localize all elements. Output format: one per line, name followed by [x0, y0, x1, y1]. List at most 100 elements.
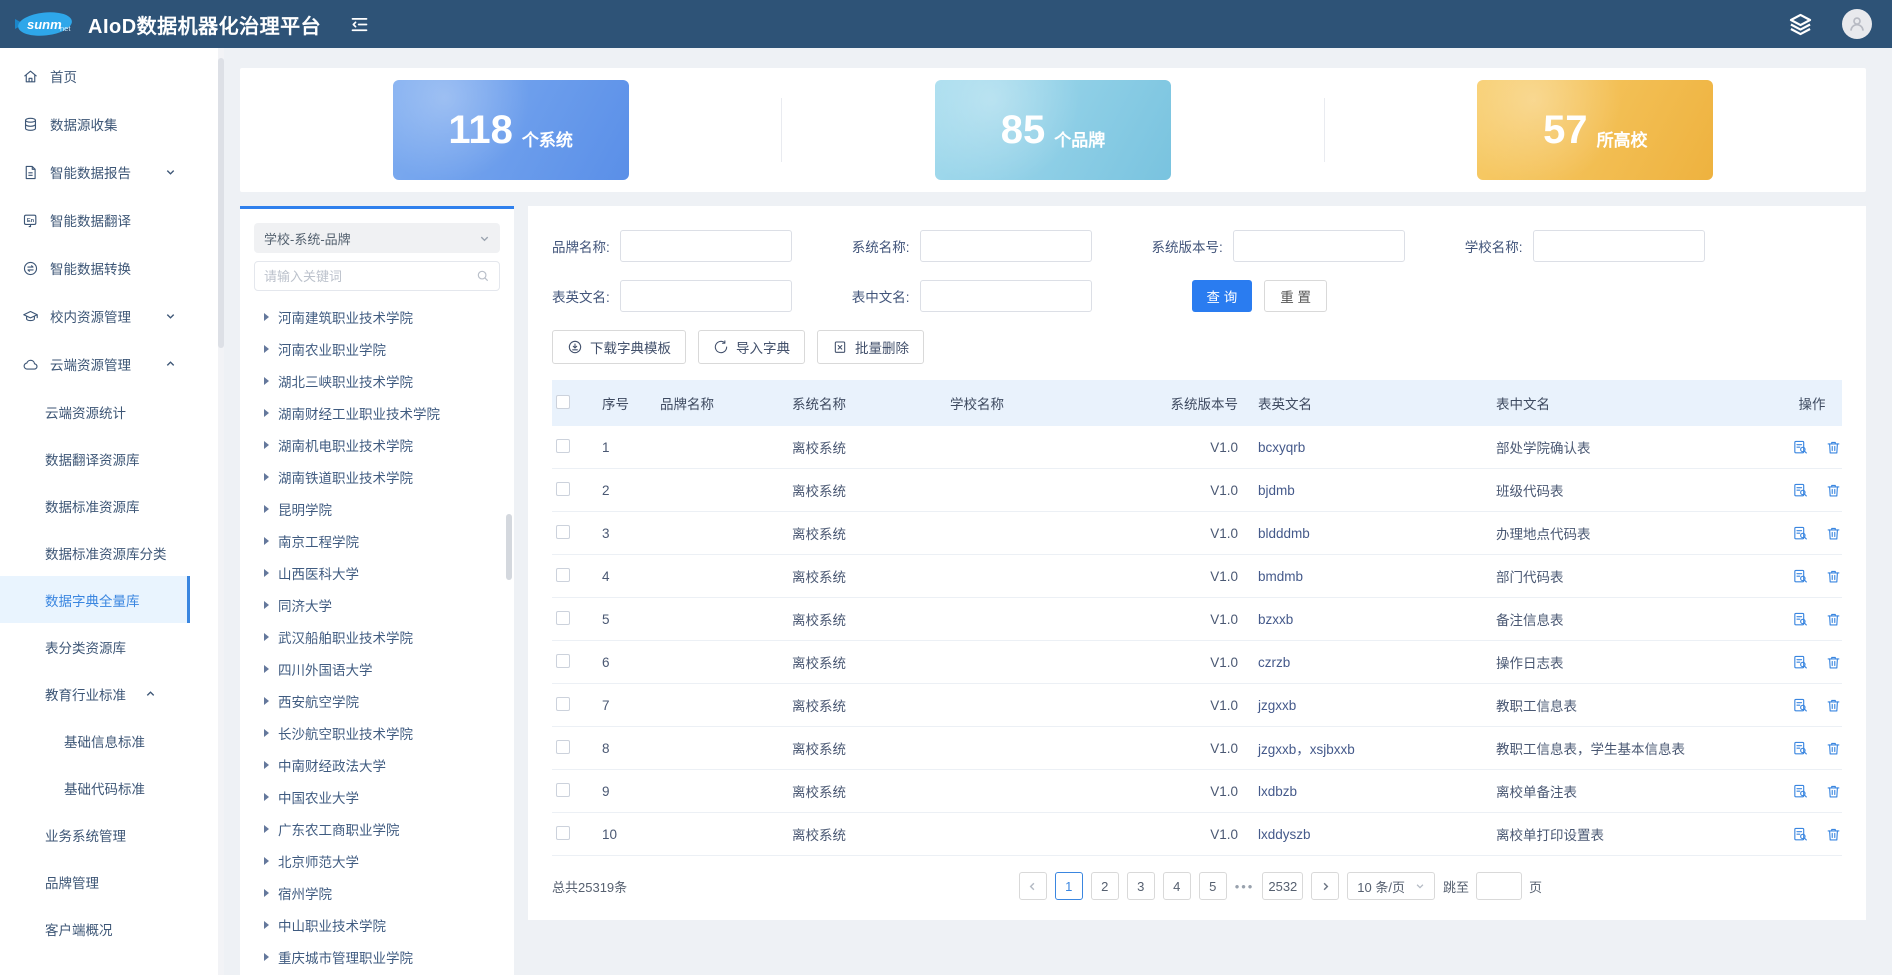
pager-ellipsis[interactable]: ••• — [1235, 879, 1255, 894]
sidebar-item-edu-industry-standard[interactable]: 教育行业标准 — [0, 670, 190, 717]
import-dictionary-button[interactable]: 导入字典 — [698, 330, 805, 364]
view-detail-icon[interactable] — [1792, 525, 1809, 542]
layers-icon[interactable] — [1787, 11, 1814, 38]
sidebar-item-data-source[interactable]: 数据源收集 — [0, 100, 190, 148]
view-detail-icon[interactable] — [1792, 439, 1809, 456]
page-button-1[interactable]: 1 — [1055, 872, 1083, 900]
row-checkbox[interactable] — [556, 568, 570, 582]
tree-item[interactable]: 西安航空学院 — [254, 685, 500, 717]
row-checkbox[interactable] — [556, 654, 570, 668]
trash-icon[interactable] — [1825, 525, 1842, 542]
caret-right-icon[interactable] — [264, 345, 269, 353]
row-checkbox[interactable] — [556, 439, 570, 453]
batch-delete-button[interactable]: 批量删除 — [817, 330, 924, 364]
view-detail-icon[interactable] — [1792, 654, 1809, 671]
reset-button[interactable]: 重 置 — [1264, 280, 1327, 312]
school-name-input[interactable] — [1533, 230, 1705, 262]
sidebar-item-data-report[interactable]: 智能数据报告 — [0, 148, 190, 196]
caret-right-icon[interactable] — [264, 377, 269, 385]
tree-item[interactable]: 长沙航空职业技术学院 — [254, 717, 500, 749]
tree-item[interactable]: 湖北三峡职业技术学院 — [254, 365, 500, 397]
caret-right-icon[interactable] — [264, 313, 269, 321]
trash-icon[interactable] — [1825, 740, 1842, 757]
page-button-2[interactable]: 2 — [1091, 872, 1119, 900]
caret-right-icon[interactable] — [264, 665, 269, 673]
tree-item[interactable]: 南京工程学院 — [254, 525, 500, 557]
caret-right-icon[interactable] — [264, 601, 269, 609]
tree-item[interactable]: 北京师范大学 — [254, 845, 500, 877]
caret-right-icon[interactable] — [264, 569, 269, 577]
sidebar-item-table-category-repo[interactable]: 表分类资源库 — [0, 623, 190, 670]
sidebar-item-basic-info-standard[interactable]: 基础信息标准 — [0, 717, 190, 764]
sidebar-item-campus-resources[interactable]: 校内资源管理 — [0, 292, 190, 340]
row-checkbox[interactable] — [556, 783, 570, 797]
trash-icon[interactable] — [1825, 826, 1842, 843]
table-en-name-input[interactable] — [620, 280, 792, 312]
brand-name-input[interactable] — [620, 230, 792, 262]
tree-item[interactable]: 湖南铁道职业技术学院 — [254, 461, 500, 493]
caret-right-icon[interactable] — [264, 761, 269, 769]
page-size-select[interactable]: 10 条/页 — [1347, 872, 1435, 900]
system-version-input[interactable] — [1233, 230, 1405, 262]
sidebar-item-translate-repo[interactable]: 数据翻译资源库 — [0, 435, 190, 482]
row-checkbox[interactable] — [556, 826, 570, 840]
tree-mode-select[interactable]: 学校-系统-品牌 — [254, 223, 500, 253]
tree-item[interactable]: 宿州学院 — [254, 877, 500, 909]
tree-item[interactable]: 中国农业大学 — [254, 781, 500, 813]
row-checkbox[interactable] — [556, 525, 570, 539]
caret-right-icon[interactable] — [264, 537, 269, 545]
trash-icon[interactable] — [1825, 611, 1842, 628]
sidebar-item-basic-code-standard[interactable]: 基础代码标准 — [0, 764, 190, 811]
caret-right-icon[interactable] — [264, 473, 269, 481]
view-detail-icon[interactable] — [1792, 826, 1809, 843]
search-button[interactable]: 查 询 — [1192, 280, 1253, 312]
caret-right-icon[interactable] — [264, 441, 269, 449]
caret-right-icon[interactable] — [264, 825, 269, 833]
view-detail-icon[interactable] — [1792, 697, 1809, 714]
caret-right-icon[interactable] — [264, 921, 269, 929]
sidebar-item-cloud-stats[interactable]: 云端资源统计 — [0, 388, 190, 435]
tree-item[interactable]: 河南建筑职业技术学院 — [254, 301, 500, 333]
user-avatar[interactable] — [1842, 9, 1872, 39]
tree-item[interactable]: 四川外国语大学 — [254, 653, 500, 685]
trash-icon[interactable] — [1825, 439, 1842, 456]
row-checkbox[interactable] — [556, 482, 570, 496]
jump-page-input[interactable] — [1476, 872, 1522, 900]
next-page-button[interactable] — [1311, 872, 1339, 900]
search-icon[interactable] — [476, 269, 490, 283]
tree-item[interactable]: 湖南机电职业技术学院 — [254, 429, 500, 461]
caret-right-icon[interactable] — [264, 857, 269, 865]
sidebar-scrollbar-thumb[interactable] — [218, 58, 224, 348]
table-cn-name-input[interactable] — [920, 280, 1092, 312]
tree-item[interactable]: 同济大学 — [254, 589, 500, 621]
row-checkbox[interactable] — [556, 611, 570, 625]
sidebar-item-cloud-resources[interactable]: 云端资源管理 — [0, 340, 190, 388]
tree-item[interactable]: 中山职业技术学院 — [254, 909, 500, 941]
page-button-5[interactable]: 5 — [1199, 872, 1227, 900]
sidebar-item-standard-repo-category[interactable]: 数据标准资源库分类 — [0, 529, 190, 576]
view-detail-icon[interactable] — [1792, 783, 1809, 800]
select-all-checkbox[interactable] — [556, 395, 570, 409]
sidebar-item-dictionary-full-repo[interactable]: 数据字典全量库 — [0, 576, 190, 623]
page-button-4[interactable]: 4 — [1163, 872, 1191, 900]
view-detail-icon[interactable] — [1792, 740, 1809, 757]
tree-scrollbar-thumb[interactable] — [506, 514, 512, 580]
sidebar-item-standard-repo[interactable]: 数据标准资源库 — [0, 482, 190, 529]
tree-item[interactable]: 山西医科大学 — [254, 557, 500, 589]
download-template-button[interactable]: 下载字典模板 — [552, 330, 686, 364]
view-detail-icon[interactable] — [1792, 611, 1809, 628]
sidebar-item-brand-mgmt[interactable]: 品牌管理 — [0, 858, 190, 905]
view-detail-icon[interactable] — [1792, 568, 1809, 585]
tree-item[interactable]: 重庆城市管理职业学院 — [254, 941, 500, 973]
sidebar-item-business-system-mgmt[interactable]: 业务系统管理 — [0, 811, 190, 858]
tree-item[interactable]: 广东农工商职业学院 — [254, 813, 500, 845]
trash-icon[interactable] — [1825, 783, 1842, 800]
trash-icon[interactable] — [1825, 654, 1842, 671]
caret-right-icon[interactable] — [264, 729, 269, 737]
tree-search-input[interactable] — [264, 269, 476, 284]
page-button-last[interactable]: 2532 — [1262, 872, 1303, 900]
tree-item[interactable]: 昆明学院 — [254, 493, 500, 525]
caret-right-icon[interactable] — [264, 409, 269, 417]
sidebar-item-client-overview[interactable]: 客户端概况 — [0, 905, 190, 952]
row-checkbox[interactable] — [556, 740, 570, 754]
